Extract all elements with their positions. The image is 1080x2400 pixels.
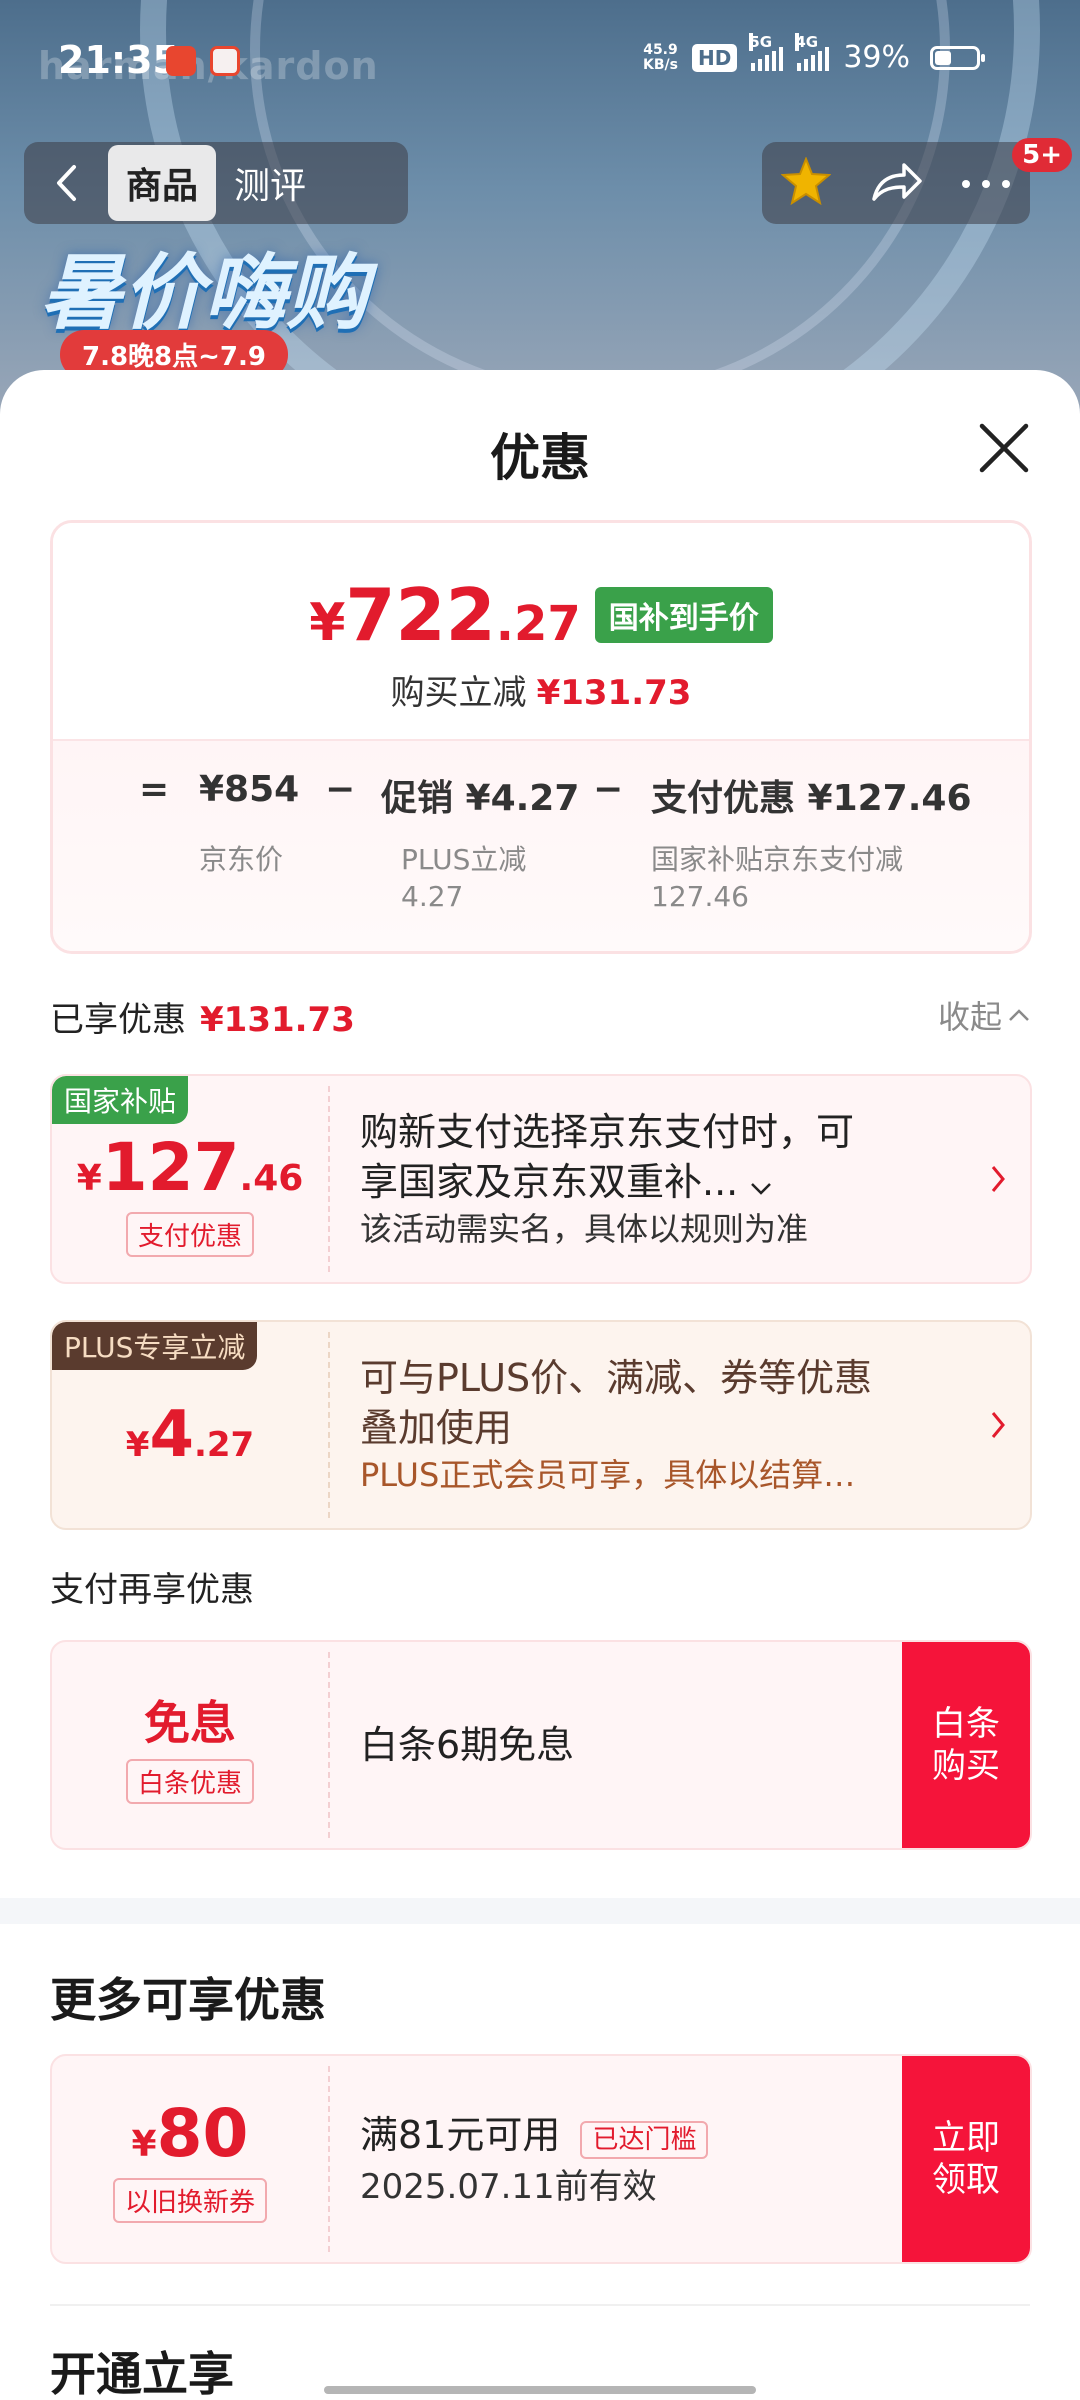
final-price-row: ¥722.27 国补到手价 [53,573,1029,657]
claim-coupon-button[interactable]: 立即领取 [902,2056,1030,2262]
coupon-amount: ¥4.27 [125,1398,255,1472]
home-indicator[interactable] [324,2386,756,2394]
more-button[interactable] [961,174,1011,193]
interest-free-label: 免息 [144,1695,236,1750]
coupon-amount: ¥127.46 [76,1129,304,1206]
signal-4g-icon: 4G [795,32,830,71]
share-button[interactable] [870,159,922,207]
status-indicators: 45.9 KB/s HD 5G 4G 39% [643,32,985,75]
battery-percent: 39% [843,40,910,75]
subsidy-price-tag: 国补到手价 [594,587,773,643]
collapse-button[interactable]: 收起 [938,992,1030,1038]
final-price: ¥722.27 [309,573,581,657]
coupon-validity: 2025.07.11前有效 [360,2166,657,2207]
coupon-divider [328,1332,330,1518]
coupon-description: 购新支付选择京东支付时，可 享国家及京东双重补... 该活动需实名，具体以规则为… [360,1076,960,1282]
coupon-type-tag: 以旧换新券 [112,2178,267,2223]
favorite-button[interactable] [780,156,832,209]
promo-value: 促销 ¥4.27 [381,778,580,819]
coupon-amount-area: ¥80 以旧换新券 [52,2056,328,2262]
hd-voice-icon: HD [691,43,738,72]
chevron-left-icon [57,165,76,201]
purchase-reduction: 购买立减 ¥131.73 [390,673,692,713]
equals-sign: = [139,769,170,810]
notification-app-icon [166,46,196,76]
final-price-header: ¥722.27 国补到手价 购买立减 ¥131.73 [53,523,1029,739]
status-bar: 21:35 45.9 KB/s HD 5G 4G 39% [0,0,1080,120]
expandable-description[interactable]: 享国家及京东双重补... [360,1157,960,1207]
coupon-amount-area: 免息 白条优惠 [52,1642,328,1848]
product-actions-bar [762,142,1030,224]
notification-app-icon [210,46,240,76]
pay-more-label: 支付再享优惠 [50,1570,254,1610]
close-icon [979,423,1029,473]
discount-sheet: 优惠 ¥722.27 国补到手价 购买立减 ¥131.73 = ¥854 − 促销… [0,370,1080,2400]
divider-line [50,2304,1030,2306]
minus-sign: − [593,769,624,810]
tab-product[interactable]: 商品 [108,145,217,221]
battery-icon [930,45,985,70]
tab-review[interactable]: 测评 [216,145,324,221]
more-discounts-heading: 更多可享优惠 [50,1973,326,2027]
chevron-down-icon [751,1183,772,1195]
product-nav-bar: 商品 测评 [24,142,408,224]
coupon-amount-area: ¥4.27 [52,1322,328,1528]
final-price-card: ¥722.27 国补到手价 购买立减 ¥131.73 = ¥854 − 促销 ¥4… [50,520,1032,954]
back-button[interactable] [24,142,108,224]
coupon-divider [328,1086,330,1272]
coupon-description: 满81元可用 已达门槛 2025.07.11前有效 [360,2056,960,2262]
price-breakdown: = ¥854 − 促销 ¥4.27 − 支付优惠 ¥127.46 京东价 PLU… [53,739,1029,951]
coupon-divider [328,2066,330,2252]
coupon-description: 可与PLUS价、满减、券等优惠 叠加使用 PLUS正式会员可享，具体以结算… [360,1356,873,1494]
coupon-type-tag: 白条优惠 [125,1758,254,1804]
coupon-amount-area: ¥127.46 支付优惠 [52,1076,328,1282]
national-subsidy-coupon[interactable]: 国家补贴 ¥127.46 支付优惠 购新支付选择京东支付时，可 享国家及京东双重… [50,1074,1032,1284]
chevron-right-icon [991,1412,1005,1438]
jd-price-value: ¥854 [199,769,300,810]
signal-5g-icon: 5G [749,32,784,71]
coupon-condition-row: 满81元可用 已达门槛 [360,2110,960,2165]
coupon-type-tag: 支付优惠 [125,1212,254,1257]
threshold-reached-badge: 已达门槛 [580,2120,709,2159]
share-icon [872,163,922,201]
baitiao-buy-button[interactable]: 白条购买 [902,1642,1030,1848]
close-button[interactable] [976,420,1032,476]
section-separator [0,1898,1080,1924]
baitiao-coupon: 免息 白条优惠 白条6期免息 白条购买 [50,1640,1032,1850]
chevron-right-icon [991,1166,1005,1192]
star-icon [780,156,832,206]
coupon-amount: ¥80 [131,2095,249,2172]
pay-sub-label: 国家补贴京东支付减 127.46 [651,843,904,913]
promo-sub-label: PLUS立减 4.27 [401,843,527,913]
message-count-badge: 5+ [1012,138,1072,172]
trade-in-coupon: ¥80 以旧换新券 满81元可用 已达门槛 2025.07.11前有效 立即领取 [50,2054,1032,2264]
coupon-divider [328,1652,330,1838]
sheet-title: 优惠 [490,429,590,487]
chevron-up-icon [1009,1009,1029,1021]
coupon-description: 白条6期免息 [360,1723,575,1767]
promo-title: 暑价嗨购 [40,246,368,341]
battery-fill [935,50,951,65]
minus-sign: − [325,769,356,810]
enjoyed-discount-label: 已享优惠 ¥131.73 [50,1000,355,1040]
plus-discount-coupon[interactable]: PLUS专享立减 ¥4.27 可与PLUS价、满减、券等优惠 叠加使用 PLUS… [50,1320,1032,1530]
more-dots-icon [961,179,1010,188]
jd-price-label: 京东价 [199,843,284,876]
network-speed: 45.9 KB/s [643,41,678,73]
pay-discount-value: 支付优惠 ¥127.46 [651,778,972,819]
status-time: 21:35 [58,38,179,82]
open-membership-heading: 开通立享 [50,2347,234,2400]
